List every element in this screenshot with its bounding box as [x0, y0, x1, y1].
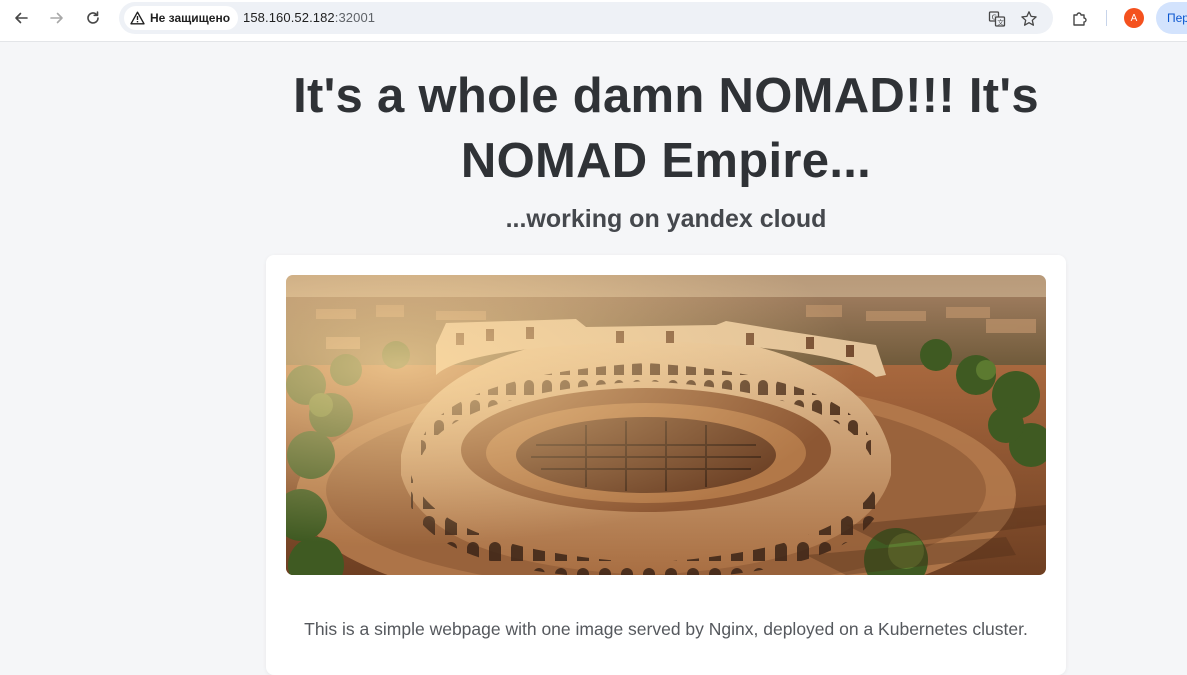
browser-toolbar: Не защищено 158.160.52.182:32001 G文 А Пе…: [0, 0, 1187, 42]
reload-button[interactable]: [79, 6, 107, 30]
toolbar-separator: [1106, 10, 1107, 26]
page-caption: This is a simple webpage with one image …: [304, 619, 1028, 639]
url-text[interactable]: 158.160.52.182:32001: [243, 10, 375, 25]
bookmark-button[interactable]: [1018, 8, 1040, 30]
colosseum-illustration: [286, 275, 1046, 575]
extensions-button[interactable]: [1068, 7, 1092, 31]
address-bar[interactable]: Не защищено 158.160.52.182:32001 G文: [119, 2, 1053, 34]
svg-text:文: 文: [997, 18, 1004, 27]
page-headline: It's a whole damn NOMAD!!! It's NOMAD Em…: [293, 69, 1039, 188]
arrow-left-icon: [15, 12, 28, 24]
security-label: Не защищено: [150, 11, 231, 25]
translate-button[interactable]: G文: [986, 8, 1008, 30]
reload-icon: [87, 11, 99, 24]
back-button[interactable]: [7, 6, 35, 30]
url-host: 158.160.52.182: [243, 10, 335, 25]
url-port: :32001: [334, 10, 376, 25]
warning-icon: [130, 11, 145, 25]
puzzle-icon: [1073, 12, 1087, 26]
colosseum-image: [286, 275, 1046, 575]
forward-button[interactable]: [43, 6, 71, 30]
page-subheadline: ...working on yandex cloud: [505, 205, 827, 233]
profile-button[interactable]: Пер: [1156, 2, 1187, 34]
arrow-right-icon: [50, 12, 63, 24]
star-icon: [1021, 11, 1037, 26]
profile-avatar[interactable]: А: [1124, 8, 1144, 28]
content-card: This is a simple webpage with one image …: [266, 255, 1066, 675]
site-security-chip[interactable]: Не защищено: [124, 6, 239, 30]
translate-icon: G文: [988, 11, 1006, 27]
